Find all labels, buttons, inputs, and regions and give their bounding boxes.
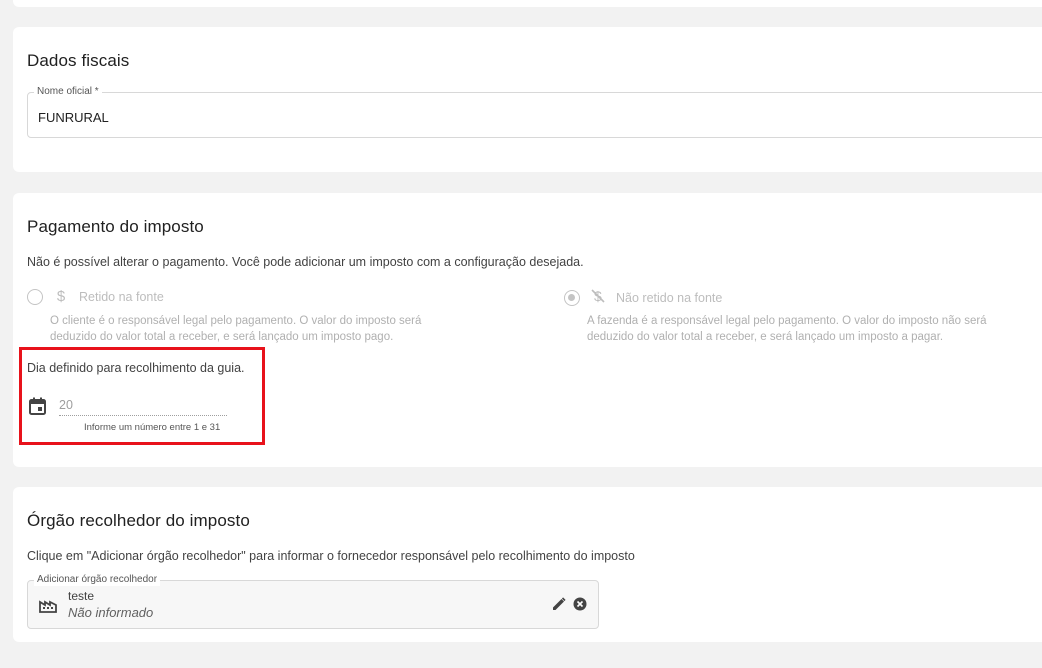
option-retido-description: O cliente é o responsável legal pelo pag… bbox=[50, 313, 470, 345]
official-name-label: Nome oficial * bbox=[34, 86, 102, 98]
official-name-field[interactable]: Nome oficial * FUNRURAL bbox=[27, 86, 1042, 138]
official-name-value: FUNRURAL bbox=[38, 110, 109, 125]
option-nao-retido-description: A fazenda é a responsável legal pelo pag… bbox=[587, 313, 1007, 345]
agency-status: Não informado bbox=[68, 605, 154, 620]
previous-section-card bbox=[13, 0, 1042, 7]
agency-name: teste bbox=[68, 589, 95, 603]
radio-retido[interactable] bbox=[27, 288, 43, 305]
option-retido-desc-line2: deduzido do valor total a receber, e ser… bbox=[50, 331, 394, 343]
option-nao-retido-desc-line2: deduzido do valor total a receber, e ser… bbox=[587, 331, 944, 343]
fiscal-data-card: Dados fiscais Nome oficial * FUNRURAL bbox=[13, 27, 1042, 172]
collecting-agency-field[interactable]: Adicionar órgão recolhedor teste Não inf… bbox=[27, 574, 599, 629]
radio-nao-retido[interactable] bbox=[564, 290, 580, 306]
factory-icon bbox=[39, 597, 57, 618]
payment-notice: Não é possível alterar o pagamento. Você… bbox=[27, 255, 584, 269]
clear-icon[interactable] bbox=[573, 597, 587, 616]
payment-section-title: Pagamento do imposto bbox=[27, 217, 204, 236]
option-nao-retido-label: Não retido na fonte bbox=[616, 291, 723, 305]
highlight-annotation-box bbox=[19, 347, 265, 445]
agency-section-title: Órgão recolhedor do imposto bbox=[27, 511, 250, 530]
dollar-icon: $ bbox=[56, 288, 66, 305]
collecting-agency-label: Adicionar órgão recolhedor bbox=[34, 574, 161, 586]
edit-icon[interactable] bbox=[552, 597, 566, 616]
option-retido-label: Retido na fonte bbox=[79, 289, 164, 304]
no-dollar-icon: $ bbox=[590, 288, 606, 308]
agency-instruction: Clique em "Adicionar órgão recolhedor" p… bbox=[27, 549, 635, 563]
fiscal-section-title: Dados fiscais bbox=[27, 51, 130, 70]
option-retido-na-fonte[interactable]: $ Retido na fonte bbox=[27, 288, 164, 305]
option-nao-retido-na-fonte[interactable]: $ Não retido na fonte bbox=[564, 288, 722, 308]
option-retido-desc-line1: O cliente é o responsável legal pelo pag… bbox=[50, 315, 422, 327]
option-nao-retido-desc-line1: A fazenda é a responsável legal pelo pag… bbox=[587, 315, 987, 327]
